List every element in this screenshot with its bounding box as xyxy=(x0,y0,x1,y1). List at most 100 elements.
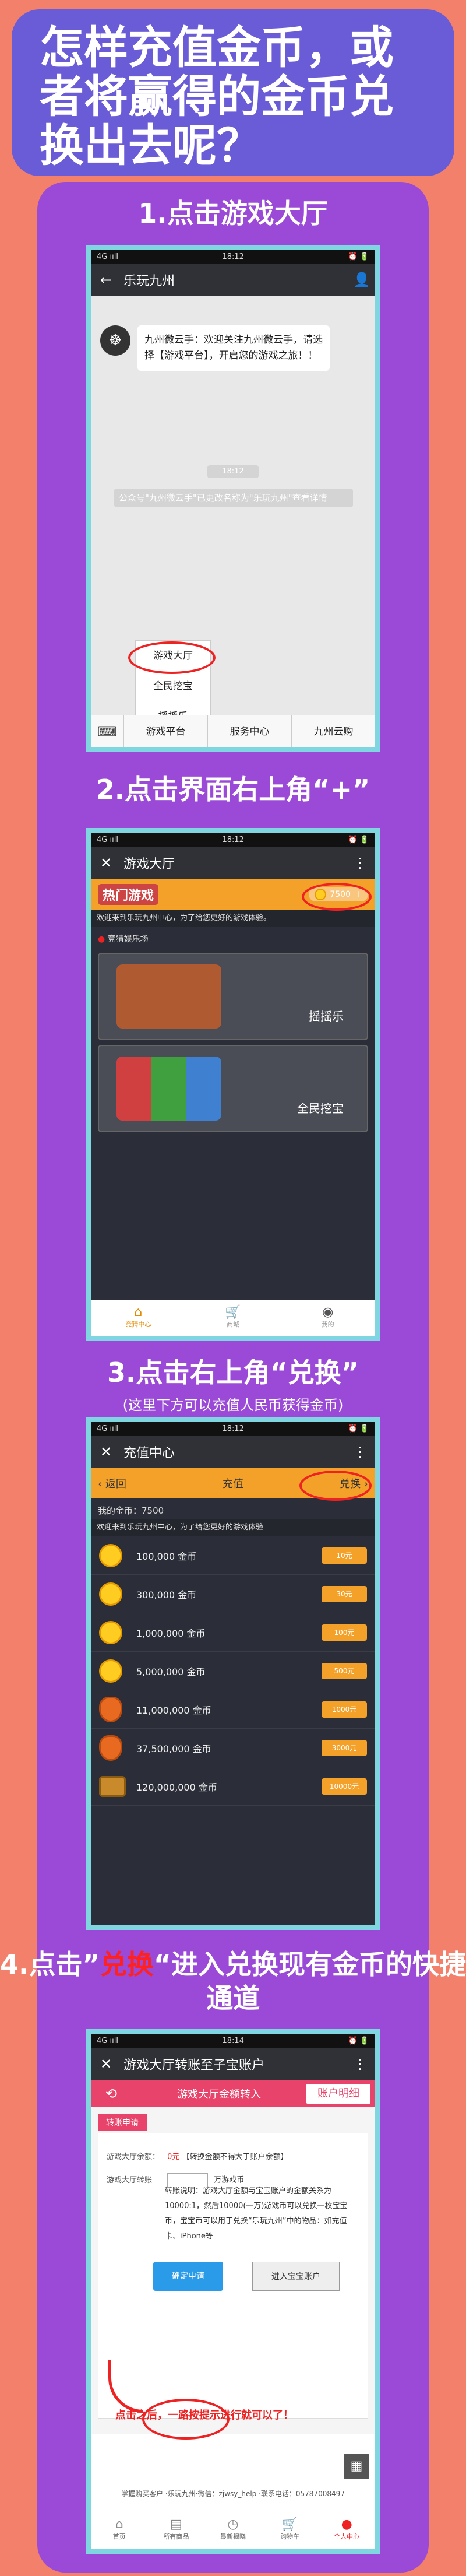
dice-cup-image xyxy=(116,964,221,1029)
grid-icon: ▤ xyxy=(170,2517,182,2532)
enter-account-button[interactable]: 进入宝宝账户 xyxy=(252,2262,340,2291)
section-heading: ● 竞猜娱乐场 xyxy=(91,927,375,948)
signal-text: 4G ııll xyxy=(97,1424,118,1433)
welcome-bubble: 九州微云手：欢迎关注九州微云手，请选择【游戏平台】，开启您的游戏之旅！！ xyxy=(137,325,330,371)
package-row: 120,000,000 金币 10000元 xyxy=(91,1767,375,1806)
transfer-title: 游戏大厅金额转入 xyxy=(177,2089,261,2101)
menu-service-center[interactable]: 服务中心 xyxy=(207,715,291,747)
package-row: 100,000 金币 10元 xyxy=(91,1536,375,1575)
game-card-treasure[interactable]: 全民挖宝 xyxy=(98,1045,368,1132)
highlight-circle xyxy=(299,1471,372,1501)
home-icon: ⌂ xyxy=(115,2517,123,2532)
buy-button[interactable]: 3000元 xyxy=(322,1739,367,1756)
game-card-shake[interactable]: 摇摇乐 xyxy=(98,953,368,1040)
buy-button[interactable]: 100元 xyxy=(322,1624,367,1641)
avatar: ☸ xyxy=(100,325,130,356)
status-time: 18:12 xyxy=(222,1424,244,1433)
status-bar: 4G ııll 18:12 ⏰ 🔋 xyxy=(91,250,375,264)
package-row: 1,000,000 金币 100元 xyxy=(91,1613,375,1652)
tab-latest[interactable]: ◷ 最新揭晓 xyxy=(204,2512,262,2549)
game-name: 摇摇乐 xyxy=(309,1009,344,1023)
more-icon[interactable]: ⋮ xyxy=(353,1444,367,1460)
keyboard-icon[interactable]: ⌨ xyxy=(91,724,123,740)
grid-menu-icon[interactable]: ▦ xyxy=(344,2454,369,2479)
close-icon[interactable]: ✕ xyxy=(99,2056,113,2072)
more-icon[interactable]: ⋮ xyxy=(353,855,367,871)
balance-row: 游戏大厅余额： 0元 【转换金额不得大于账户余额】 xyxy=(107,2153,288,2161)
account-detail-button[interactable]: 账户明细 xyxy=(306,2084,370,2104)
menu-bar: ⌨ 游戏平台 服务中心 九州云购 xyxy=(91,715,375,747)
phone-screenshot-4: 4G ııll 18:14 ⏰ 🔋 ✕ 游戏大厅转账至子宝账户 ⋮ ⟲ 游戏大厅… xyxy=(86,2029,380,2554)
buy-button[interactable]: 500元 xyxy=(322,1662,367,1679)
game-logo: 热门游戏 xyxy=(98,884,159,905)
rename-notice[interactable]: 公众号"九州微云手"已更改名称为"乐玩九州"查看详情 xyxy=(114,489,353,507)
buy-button[interactable]: 10000元 xyxy=(322,1778,367,1795)
submenu-item-treasure[interactable]: 全民挖宝 xyxy=(136,671,210,701)
buy-button[interactable]: 30元 xyxy=(322,1585,367,1602)
status-bar: 4G ııll 18:12 ⏰ 🔋 xyxy=(91,833,375,847)
menu-cloud-buy[interactable]: 九州云购 xyxy=(291,715,375,747)
back-button[interactable]: ‹ 返回 xyxy=(98,1476,126,1491)
tab-profile[interactable]: ● 个人中心 xyxy=(318,2512,375,2549)
signal-text: 4G ııll xyxy=(97,2036,118,2045)
back-arrow-icon[interactable]: ← xyxy=(99,272,113,288)
bottom-tab-bar: ⌂ 竞猜中心 🛒 商城 ◉ 我的 xyxy=(91,1300,375,1336)
buy-button[interactable]: 10元 xyxy=(322,1547,367,1564)
step-1-label: 1.点击游戏大厅 xyxy=(138,198,328,229)
balance-note: 【转换金额不得大于账户余额】 xyxy=(182,2153,288,2161)
section-dot-icon: ● xyxy=(98,935,105,944)
tab-cart[interactable]: 🛒 购物车 xyxy=(262,2512,319,2549)
close-icon[interactable]: ✕ xyxy=(99,855,113,871)
home-icon: ⌂ xyxy=(134,1305,143,1319)
menu-game-platform[interactable]: 游戏平台 xyxy=(123,715,207,747)
confirm-apply-button[interactable]: 确定申请 xyxy=(153,2262,223,2291)
package-row: 11,000,000 金币 1000元 xyxy=(91,1690,375,1729)
transfer-header: ⟲ 游戏大厅金额转入 账户明细 xyxy=(91,2080,375,2107)
title-bar: ✕ 游戏大厅转账至子宝账户 ⋮ xyxy=(91,2048,375,2080)
exchange-highlight: 兑换 xyxy=(100,1949,154,1980)
step-3-note: (这里下方可以充值人民币获得金币) xyxy=(122,1397,344,1413)
money-bag-icon xyxy=(99,1696,122,1722)
phone-screenshot-3: 4G ııll 18:12 ⏰ 🔋 ✕ 充值中心 ⋮ ‹ 返回 充值 兑换 › … xyxy=(86,1417,380,1930)
status-icons: ⏰ 🔋 xyxy=(348,1424,369,1433)
coin-balance: 我的金币：7500 xyxy=(98,1505,164,1516)
chat-area: ☸ 九州微云手：欢迎关注九州微云手，请选择【游戏平台】，开启您的游戏之旅！！ 1… xyxy=(91,296,375,732)
page-title: 游戏大厅 xyxy=(123,857,175,872)
buy-button[interactable]: 1000元 xyxy=(322,1701,367,1718)
page-title: 充值中心 xyxy=(123,1446,175,1461)
step-3-label: 3.点击右上角“兑换” xyxy=(107,1357,359,1388)
status-icons: ⏰ 🔋 xyxy=(348,835,369,844)
phone-screenshot-1: 4G ııll 18:12 ⏰ 🔋 ← 乐玩九州 👤 ☸ 九州微云手：欢迎关注九… xyxy=(86,245,380,752)
form-actions: 确定申请 进入宝宝账户 xyxy=(107,2262,359,2291)
close-icon[interactable]: ✕ xyxy=(99,1444,113,1460)
tab-home[interactable]: ⌂ 首页 xyxy=(91,2512,148,2549)
tab-shop[interactable]: 🛒 商城 xyxy=(186,1300,281,1336)
coin-icon xyxy=(99,1543,122,1567)
package-row: 37,500,000 金币 3000元 xyxy=(91,1729,375,1767)
title-bar: ✕ 充值中心 ⋮ xyxy=(91,1436,375,1468)
notice-marquee: 欢迎来到乐玩九州中心，为了给您更好的游戏体验 xyxy=(91,1519,375,1536)
cart-icon: 🛒 xyxy=(225,1305,241,1319)
package-row: 5,000,000 金币 500元 xyxy=(91,1652,375,1690)
notice-marquee: 欢迎来到乐玩九州中心，为了给您更好的游戏体验。 xyxy=(91,910,375,927)
tab-transfer-apply[interactable]: 转账申请 xyxy=(98,2114,147,2131)
transfer-description: 转账说明：游戏大厅金额与宝宝账户的金额关系为10000:1，然后10000(一万… xyxy=(165,2187,348,2241)
back-icon[interactable]: ⟲ xyxy=(91,2086,132,2102)
section-heading-text: 竞猜娱乐场 xyxy=(107,935,149,944)
description-row: 转账说明：游戏大厅金额与宝宝账户的金额关系为10000:1，然后10000(一万… xyxy=(107,2184,359,2244)
tab-mine[interactable]: ◉ 我的 xyxy=(280,1300,375,1336)
status-bar: 4G ııll 18:14 ⏰ 🔋 xyxy=(91,2034,375,2048)
tab-all-products[interactable]: ▤ 所有商品 xyxy=(148,2512,205,2549)
title-bar: ← 乐玩九州 👤 xyxy=(91,264,375,296)
footer-contact: 掌握购买客户 ·乐玩九州·微信：zjwsy_help ·联系电话：0578700… xyxy=(121,2490,345,2498)
highlight-circle xyxy=(302,883,372,911)
more-icon[interactable]: ⋮ xyxy=(353,2056,367,2072)
coin-icon xyxy=(99,1659,122,1683)
tab-guess-center[interactable]: ⌂ 竞猜中心 xyxy=(91,1300,186,1336)
treasure-image xyxy=(116,1057,221,1121)
status-icons: ⏰ 🔋 xyxy=(348,252,369,261)
profile-icon[interactable]: 👤 xyxy=(353,272,370,288)
message-time: 18:12 xyxy=(207,465,259,478)
recharge-tab[interactable]: 充值 xyxy=(223,1476,243,1491)
coin-icon xyxy=(99,1582,122,1606)
